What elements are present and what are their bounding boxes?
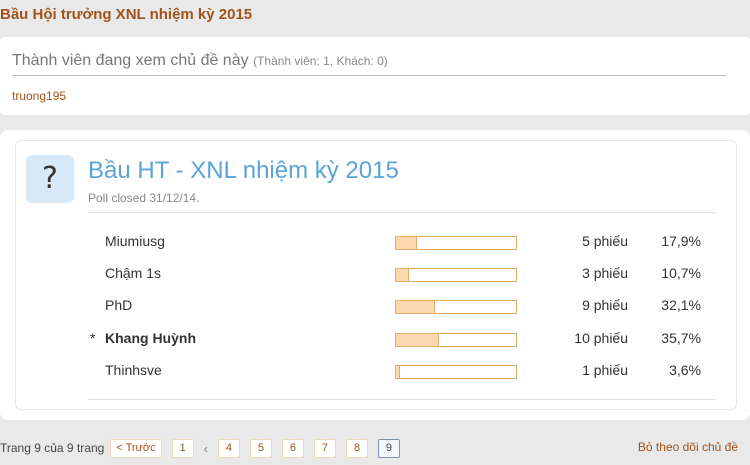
poll-result-bar (395, 333, 517, 347)
poll-result-row: * Khang Huỳnh 10 phiếu 35,7% (88, 324, 728, 354)
poll-choice-name: Thinhsve (105, 362, 162, 378)
page-number-button[interactable]: 6 (281, 438, 304, 458)
viewer-user-link[interactable]: truong195 (12, 89, 66, 103)
page-gap-indicator: ‹ (203, 440, 208, 456)
poll-choice-name: Khang Huỳnh (105, 330, 196, 346)
page-number-button[interactable]: 5 (249, 438, 272, 458)
question-icon: ? (26, 155, 74, 203)
poll-results-box: ? Bầu HT - XNL nhiệm kỳ 2015 Poll closed… (15, 140, 737, 410)
page-number-button[interactable]: 9 (377, 438, 400, 458)
poll-divider (88, 212, 716, 213)
poll-title: Bầu HT - XNL nhiệm kỳ 2015 (88, 157, 399, 184)
poll-percent: 3,6% (669, 362, 701, 378)
poll-vote-count: 10 phiếu (574, 330, 628, 346)
poll-result-bar-fill (396, 366, 401, 378)
page-number-list: 456789 (217, 438, 410, 458)
poll-result-bar (395, 365, 517, 379)
poll-percent: 35,7% (661, 330, 701, 346)
poll-result-row: Thinhsve 1 phiếu 3,6% (88, 356, 728, 386)
poll-percent: 17,9% (661, 233, 701, 249)
poll-result-bar (395, 236, 517, 250)
first-page-button[interactable]: 1 (171, 438, 194, 458)
pagination-label: Trang 9 của 9 trang (0, 441, 105, 455)
poll-result-bar-fill (396, 334, 439, 346)
page-number-button[interactable]: 8 (345, 438, 368, 458)
viewers-panel: Thành viên đang xem chủ đề này (Thành vi… (0, 37, 750, 115)
pagination: Trang 9 của 9 trang < Trước 1 ‹ 456789 (0, 438, 410, 458)
poll-percent: 32,1% (661, 297, 701, 313)
poll-vote-count: 5 phiếu (582, 233, 628, 249)
unwatch-thread-link[interactable]: Bỏ theo dõi chủ đề (638, 440, 738, 454)
poll-vote-count: 1 phiếu (582, 362, 628, 378)
poll-result-row: Chậm 1s 3 phiếu 10,7% (88, 259, 728, 289)
page-title: Bầu Hội trưởng XNL nhiệm kỳ 2015 (0, 6, 253, 23)
poll-result-row: Miumiusg 5 phiếu 17,9% (88, 227, 728, 257)
poll-choice-name: PhD (105, 297, 133, 313)
chosen-marker: * (90, 330, 96, 346)
viewers-title: Thành viên đang xem chủ đề này (12, 52, 249, 69)
poll-choice-name: Chậm 1s (105, 265, 162, 281)
poll-result-bar (395, 268, 517, 282)
poll-panel: ? Bầu HT - XNL nhiệm kỳ 2015 Poll closed… (0, 130, 750, 420)
poll-choice-name: Miumiusg (105, 233, 165, 249)
poll-bottom-divider (88, 399, 716, 400)
poll-percent: 10,7% (661, 265, 701, 281)
poll-closed-note: Poll closed 31/12/14. (88, 191, 200, 205)
viewers-header: Thành viên đang xem chủ đề này (Thành vi… (12, 52, 726, 76)
poll-vote-count: 9 phiếu (582, 297, 628, 313)
page-number-button[interactable]: 4 (217, 438, 240, 458)
poll-result-bar-fill (396, 237, 418, 249)
poll-result-bar-fill (396, 301, 435, 313)
poll-result-row: PhD 9 phiếu 32,1% (88, 291, 728, 321)
poll-result-bar (395, 300, 517, 314)
viewers-counts: (Thành viên: 1, Khách: 0) (253, 54, 388, 68)
poll-vote-count: 3 phiếu (582, 265, 628, 281)
page-number-button[interactable]: 7 (313, 438, 336, 458)
poll-result-bar-fill (396, 269, 409, 281)
prev-page-button[interactable]: < Trước (110, 438, 162, 458)
